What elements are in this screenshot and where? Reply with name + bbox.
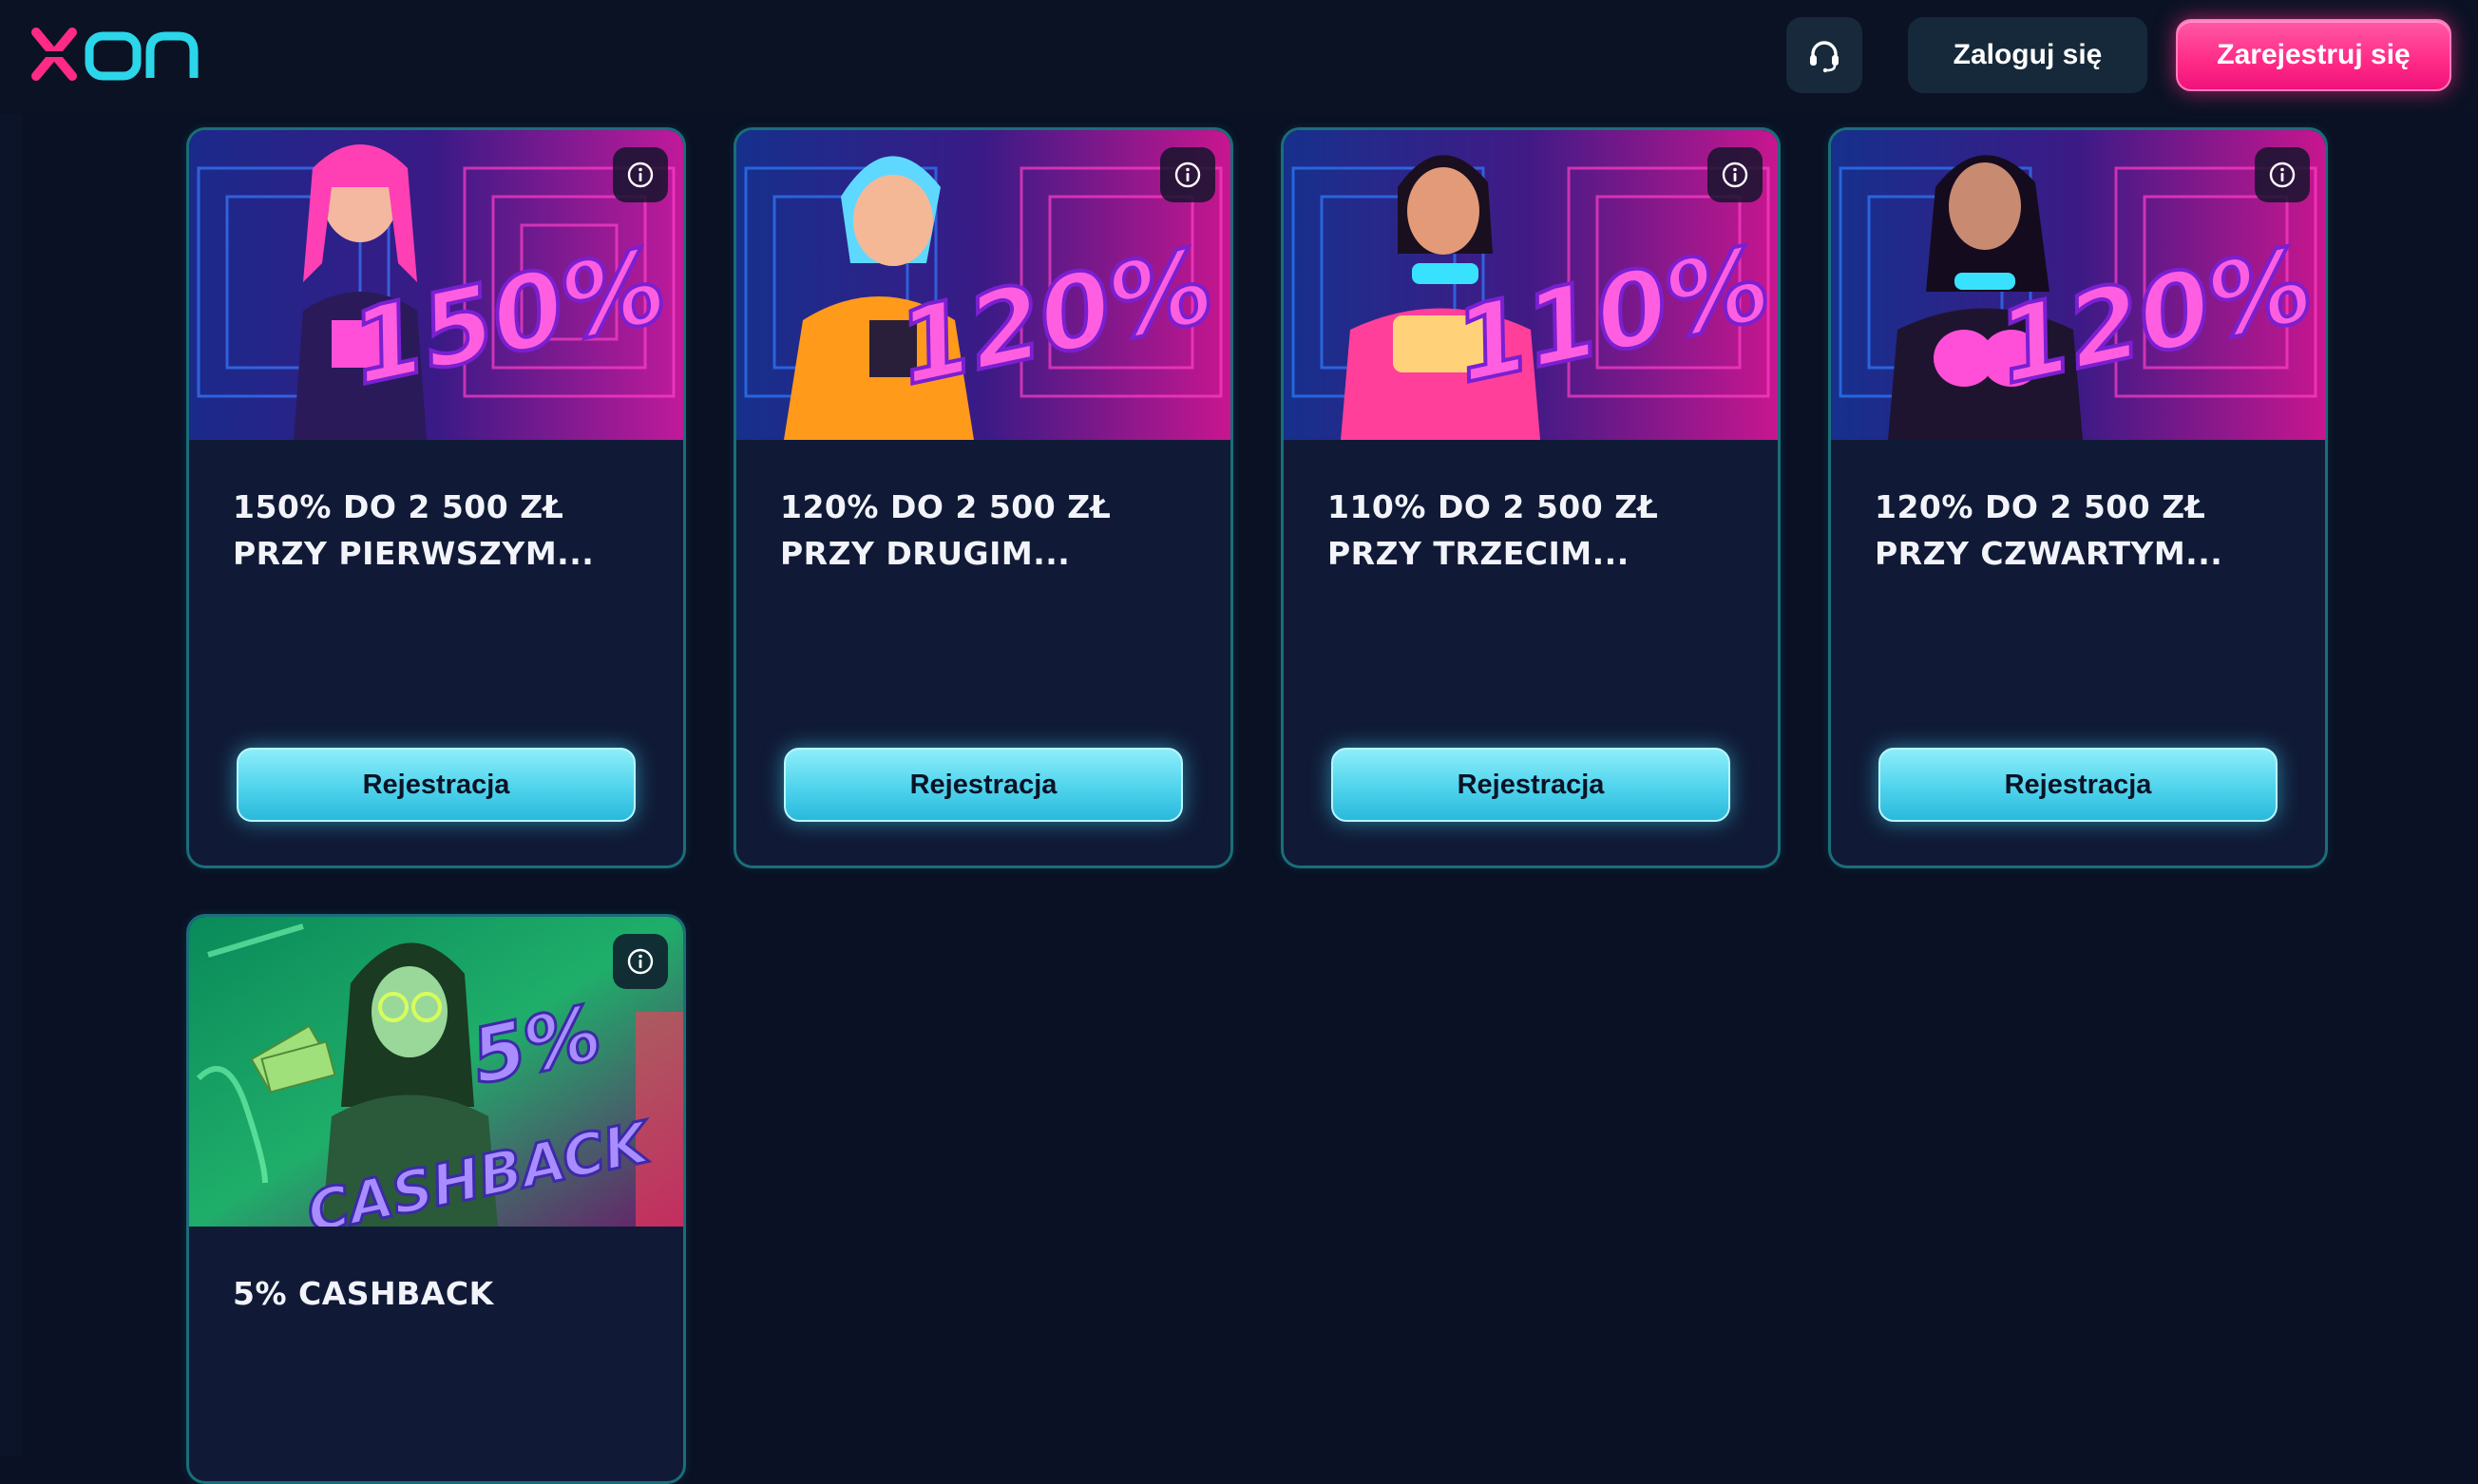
- info-icon: [1722, 162, 1748, 188]
- promo-title: 5% CASHBACK: [233, 1270, 651, 1317]
- badge-text: 120%: [888, 226, 1223, 409]
- headset-icon: [1810, 41, 1839, 73]
- register-cta-button[interactable]: Rejestracja: [237, 748, 636, 822]
- info-button[interactable]: [1160, 147, 1215, 202]
- promo-title-line-1: 150% DO 2 500 ZŁ: [233, 488, 564, 525]
- info-button[interactable]: [613, 147, 668, 202]
- info-button[interactable]: [1707, 147, 1763, 202]
- info-button[interactable]: [2255, 147, 2310, 202]
- promo-title-line-1: 5% CASHBACK: [233, 1275, 494, 1312]
- promo-title-line-2: PRZY PIERWSZYM...: [233, 535, 595, 572]
- xon-logo[interactable]: [29, 25, 201, 84]
- register-button[interactable]: Zarejestruj się: [2176, 19, 2451, 91]
- promo-title-line-2: PRZY CZWARTYM...: [1875, 535, 2223, 572]
- promo-title-line-1: 120% DO 2 500 ZŁ: [780, 488, 1112, 525]
- promo-title-line-2: PRZY DRUGIM...: [780, 535, 1071, 572]
- info-icon: [2269, 162, 2296, 188]
- sidebar-edge: [0, 114, 23, 1455]
- promo-card: 120% 120% DO 2 500 ZŁ PRZY DRUGIM... Rej…: [734, 127, 1233, 868]
- promo-title: 120% DO 2 500 ZŁ PRZY DRUGIM...: [780, 484, 1198, 577]
- badge-text-top: 5%: [464, 988, 608, 1101]
- promo-title-line-2: PRZY TRZECIM...: [1327, 535, 1630, 572]
- promo-image: 120%: [1831, 130, 2325, 440]
- register-cta-button[interactable]: Rejestracja: [784, 748, 1183, 822]
- badge-text-bottom: CASHBACK: [301, 1109, 658, 1227]
- support-button[interactable]: [1786, 17, 1862, 93]
- badge-text: 120%: [1988, 225, 2322, 408]
- top-header: Zaloguj się Zarejestruj się: [0, 0, 2478, 114]
- promo-card: 5% CASHBACK 5% CASHBACK: [186, 914, 686, 1484]
- info-icon: [627, 162, 654, 188]
- badge-text: 110%: [1445, 224, 1778, 407]
- promo-image: 120%: [736, 130, 1230, 440]
- register-cta-button[interactable]: Rejestracja: [1878, 748, 2278, 822]
- promo-card: 110% 110% DO 2 500 ZŁ PRZY TRZECIM... Re…: [1281, 127, 1781, 868]
- promo-image: 5% CASHBACK: [189, 917, 683, 1227]
- promo-card: 150% 150% DO 2 500 ZŁ PRZY PIERWSZYM... …: [186, 127, 686, 868]
- register-cta-button[interactable]: Rejestracja: [1331, 748, 1730, 822]
- promo-title: 120% DO 2 500 ZŁ PRZY CZWARTYM...: [1875, 484, 2293, 577]
- badge-text: 150%: [341, 226, 676, 409]
- promo-card: 120% 120% DO 2 500 ZŁ PRZY CZWARTYM... R…: [1828, 127, 2328, 868]
- promo-image: 110%: [1284, 130, 1778, 440]
- promo-title-line-1: 120% DO 2 500 ZŁ: [1875, 488, 2206, 525]
- promo-title-line-1: 110% DO 2 500 ZŁ: [1327, 488, 1659, 525]
- info-button[interactable]: [613, 934, 668, 989]
- login-button[interactable]: Zaloguj się: [1908, 17, 2147, 93]
- info-icon: [627, 948, 654, 975]
- promo-title: 110% DO 2 500 ZŁ PRZY TRZECIM...: [1327, 484, 1745, 577]
- promo-title: 150% DO 2 500 ZŁ PRZY PIERWSZYM...: [233, 484, 651, 577]
- promo-image: 150%: [189, 130, 683, 440]
- info-icon: [1174, 162, 1201, 188]
